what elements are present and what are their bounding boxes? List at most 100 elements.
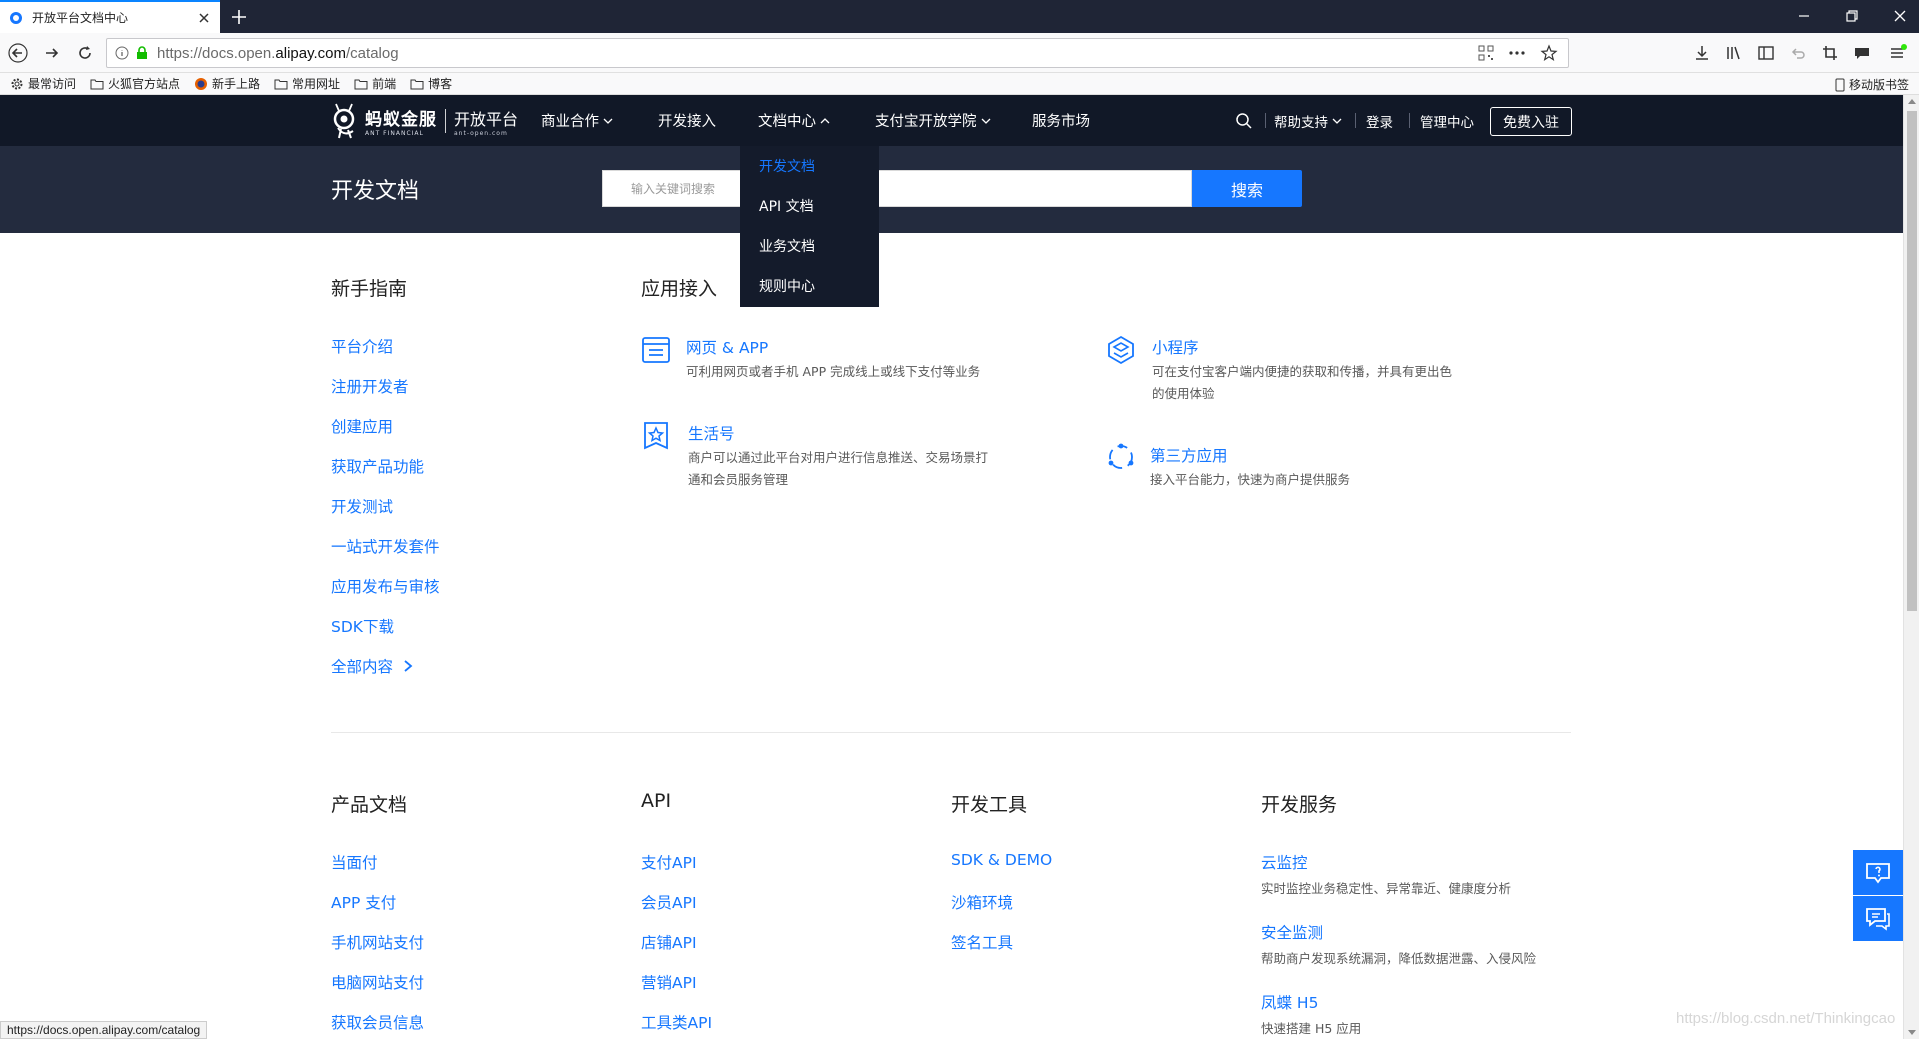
undo-icon[interactable] — [1788, 43, 1808, 63]
new-tab-icon[interactable] — [228, 6, 250, 28]
folder-icon — [274, 79, 288, 89]
bookmark-getting-started[interactable]: 新手上路 — [194, 75, 260, 92]
chat-bubble-icon[interactable] — [1852, 43, 1872, 63]
search-button[interactable]: 搜索 — [1192, 170, 1302, 207]
dropdown-item-api-docs[interactable]: API 文档 — [759, 196, 814, 216]
ant-logo-icon — [333, 103, 355, 139]
scroll-down-icon[interactable] — [1908, 1030, 1916, 1035]
nav-separator — [1409, 113, 1410, 128]
forward-icon[interactable] — [42, 43, 62, 63]
page-actions-icon[interactable] — [1508, 45, 1526, 61]
guide-link-register[interactable]: 注册开发者 — [331, 375, 409, 397]
address-bar[interactable]: https://docs.open.alipay.com/catalog — [106, 38, 1569, 68]
nav-business[interactable]: 商业合作 — [541, 95, 613, 146]
qr-code-icon[interactable] — [1478, 45, 1494, 61]
url-text: https://docs.open.alipay.com/catalog — [157, 44, 399, 62]
back-icon[interactable] — [8, 43, 28, 63]
dropdown-item-dev-docs[interactable]: 开发文档 — [759, 156, 815, 176]
guide-link-sdk[interactable]: SDK下载 — [331, 615, 394, 637]
browser-tab-active[interactable]: 开放平台文档中心 — [0, 0, 220, 33]
service-link-security[interactable]: 安全监测 — [1261, 921, 1323, 943]
minimize-icon[interactable] — [1796, 8, 1812, 24]
bookmark-most-visited[interactable]: 最常访问 — [10, 75, 76, 92]
bookmark-star-icon[interactable] — [1540, 44, 1558, 62]
nav-academy[interactable]: 支付宝开放学院 — [875, 95, 991, 146]
logo[interactable]: 蚂蚁金服 ANT FINANCIAL 开放平台 ant-open.com — [331, 101, 518, 141]
mobile-bookmarks[interactable]: 移动版书签 — [1835, 76, 1909, 93]
product-link-pc-pay[interactable]: 电脑网站支付 — [331, 971, 424, 993]
tools-link-sandbox[interactable]: 沙箱环境 — [951, 891, 1013, 913]
crop-icon[interactable] — [1820, 43, 1840, 63]
bookmark-common-sites[interactable]: 常用网址 — [274, 75, 340, 92]
service-desc-security: 帮助商户发现系统漏洞，降低数据泄露、入侵风险 — [1261, 951, 1537, 966]
guide-link-dev-kit[interactable]: 一站式开发套件 — [331, 535, 440, 557]
nav-dev-access[interactable]: 开发接入 — [658, 95, 716, 146]
api-link-pay[interactable]: 支付API — [641, 851, 697, 873]
card-title-web-app[interactable]: 网页 & APP — [686, 336, 768, 358]
nav-help[interactable]: 帮助支持 — [1274, 95, 1342, 146]
api-link-shop[interactable]: 店铺API — [641, 931, 697, 953]
product-link-wap-pay[interactable]: 手机网站支付 — [331, 931, 424, 953]
tab-close-icon[interactable] — [196, 10, 212, 26]
download-icon[interactable] — [1692, 43, 1712, 63]
nav-doc-center[interactable]: 文档中心 — [758, 95, 830, 146]
bookmark-frontend[interactable]: 前端 — [354, 75, 396, 92]
nav-login[interactable]: 登录 — [1366, 95, 1393, 146]
reload-icon[interactable] — [75, 43, 95, 63]
watermark: https://blog.csdn.net/Thinkingcao — [1676, 1010, 1896, 1027]
tools-link-sdk-demo[interactable]: SDK & DEMO — [951, 851, 1052, 869]
bookmarks-bar: 最常访问 火狐官方站点 新手上路 常用网址 前端 博客 移动版书签 — [0, 73, 1919, 95]
folder-icon — [90, 79, 104, 89]
card-title-life-account[interactable]: 生活号 — [688, 422, 735, 444]
scroll-thumb[interactable] — [1907, 111, 1917, 611]
product-link-face-pay[interactable]: 当面付 — [331, 851, 378, 873]
search-field[interactable] — [602, 170, 1192, 207]
scroll-up-icon[interactable] — [1908, 99, 1916, 104]
guide-link-publish[interactable]: 应用发布与审核 — [331, 575, 440, 597]
guide-title: 新手指南 — [331, 278, 408, 300]
dropdown-item-business-docs[interactable]: 业务文档 — [759, 236, 815, 256]
ant-favicon-icon — [10, 11, 22, 24]
api-link-tools[interactable]: 工具类API — [641, 1011, 712, 1033]
lock-icon — [137, 46, 147, 59]
access-title: 应用接入 — [641, 278, 718, 300]
service-link-fengdie[interactable]: 凤蝶 H5 — [1261, 991, 1318, 1013]
float-help-button[interactable] — [1853, 850, 1903, 895]
search-input[interactable] — [603, 171, 1191, 206]
guide-link-create-app[interactable]: 创建应用 — [331, 415, 393, 437]
product-docs-title: 产品文档 — [331, 794, 408, 816]
search-icon[interactable] — [1235, 112, 1253, 130]
card-title-mini-program[interactable]: 小程序 — [1152, 336, 1199, 358]
guide-link-dev-test[interactable]: 开发测试 — [331, 495, 393, 517]
tools-link-sign[interactable]: 签名工具 — [951, 931, 1013, 953]
bookmark-firefox-official[interactable]: 火狐官方站点 — [90, 75, 180, 92]
card-title-third-party[interactable]: 第三方应用 — [1150, 444, 1228, 466]
guide-link-platform-intro[interactable]: 平台介绍 — [331, 335, 393, 357]
tab-title: 开放平台文档中心 — [32, 11, 129, 25]
card-desc2-life-account: 通和会员服务管理 — [688, 472, 789, 487]
library-icon[interactable] — [1724, 43, 1744, 63]
free-join-button[interactable]: 免费入驻 — [1490, 107, 1572, 136]
info-icon[interactable] — [115, 46, 129, 60]
float-chat-button[interactable] — [1853, 896, 1903, 941]
dev-services-title: 开发服务 — [1261, 794, 1338, 816]
dropdown-item-rules-center[interactable]: 规则中心 — [759, 276, 815, 296]
section-divider — [331, 732, 1571, 733]
api-link-marketing[interactable]: 营销API — [641, 971, 697, 993]
product-link-member-info[interactable]: 获取会员信息 — [331, 1011, 424, 1033]
bookmark-blog[interactable]: 博客 — [410, 75, 452, 92]
restore-icon[interactable] — [1844, 8, 1860, 24]
guide-link-get-features[interactable]: 获取产品功能 — [331, 455, 424, 477]
page-viewport: 蚂蚁金服 ANT FINANCIAL 开放平台 ant-open.com 商业合… — [0, 95, 1903, 1039]
card-desc-third-party: 接入平台能力，快速为商户提供服务 — [1150, 472, 1351, 487]
service-link-cloud-monitor[interactable]: 云监控 — [1261, 851, 1308, 873]
nav-service-market[interactable]: 服务市场 — [1032, 95, 1090, 146]
sidebar-icon[interactable] — [1756, 43, 1776, 63]
guide-link-all[interactable]: 全部内容 — [331, 655, 415, 677]
page-scrollbar[interactable] — [1903, 95, 1919, 1039]
product-link-app-pay[interactable]: APP 支付 — [331, 891, 396, 913]
menu-icon[interactable] — [1888, 43, 1908, 63]
window-close-icon[interactable] — [1892, 8, 1908, 24]
nav-admin[interactable]: 管理中心 — [1420, 95, 1474, 146]
api-link-member[interactable]: 会员API — [641, 891, 697, 913]
